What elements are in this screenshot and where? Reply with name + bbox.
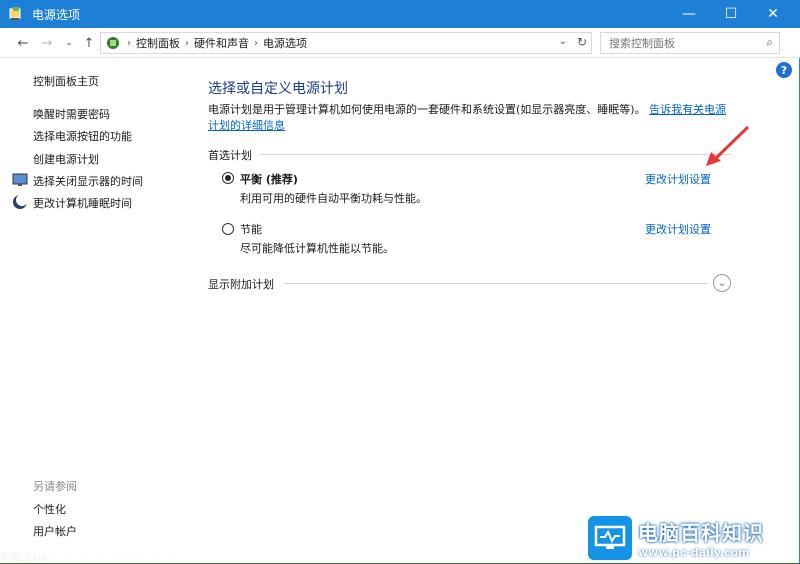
plan-power-saver-desc: 尽可能降低计算机性能以节能。 [240,242,394,255]
search-box[interactable]: ⌕ [600,32,780,54]
breadcrumb-separator-icon: › [254,37,258,49]
back-arrow-icon: ← [17,35,29,51]
maximize-button[interactable]: ☐ [712,0,750,28]
see-also-personalization[interactable]: 个性化 [33,501,66,517]
up-button[interactable]: ↑ [80,33,98,53]
site-watermark: 电脑百科知识 www.pc-daily.com [588,512,800,563]
sidebar-item-power-button[interactable]: 选择电源按钮的功能 [33,128,132,144]
forward-arrow-icon: → [41,35,53,51]
search-icon[interactable]: ⌕ [766,35,773,50]
address-dropdown-icon[interactable]: ⌄ [559,36,567,47]
sidebar-home-link[interactable]: 控制面板主页 [33,73,99,89]
sidebar-item-display-off[interactable]: 选择关闭显示器的时间 [33,173,143,189]
monitor-icon [12,173,28,186]
chevron-down-icon: ⌄ [65,38,73,48]
monitor-logo-icon [588,515,632,560]
breadcrumb-separator-icon: › [185,37,189,49]
control-panel-icon [107,37,119,49]
section-divider [283,283,707,284]
minimize-icon: — [682,6,696,22]
sidebar-item-sleep-time[interactable]: 更改计算机睡眠时间 [33,195,132,211]
close-button[interactable]: ✕ [754,0,792,28]
power-options-window: 电源选项 — ☐ ✕ ← → ⌄ ↑ › 控制面板 › 硬件和声音 › 电源选项… [0,0,800,564]
up-arrow-icon: ↑ [83,35,95,51]
see-also-title: 另请参阅 [33,480,77,493]
red-pointer-arrow-icon [706,125,750,166]
power-options-icon [9,7,21,20]
forward-button[interactable]: → [38,33,56,53]
close-icon: ✕ [767,6,779,22]
desktop-file-text: 护窗口.txt· · · · · · · · · · · · · · · · ·… [0,553,171,564]
show-additional-plans-title[interactable]: 显示附加计划 [208,276,274,292]
plan-power-saver-change-link[interactable]: 更改计划设置 [645,221,711,237]
address-bar[interactable]: › 控制面板 › 硬件和声音 › 电源选项 ⌄ ↻ [100,32,592,54]
plan-balanced-desc: 利用可用的硬件自动平衡功耗与性能。 [240,192,427,205]
breadcrumb-control-panel[interactable]: 控制面板 [136,35,180,51]
plan-balanced-radio[interactable] [222,172,234,184]
minimize-button[interactable]: — [670,0,708,28]
page-title: 选择或自定义电源计划 [208,81,348,97]
desktop-file-strip: 护窗口.txt· · · · · · · · · · · · · · · · ·… [0,549,520,564]
maximize-icon: ☐ [724,6,738,22]
section-divider [259,154,731,155]
sidebar-item-wake-password[interactable]: 唤醒时需要密码 [33,106,110,122]
plan-power-saver-radio[interactable] [222,223,234,235]
search-input[interactable] [609,36,759,50]
recent-locations-button[interactable]: ⌄ [60,33,78,53]
moon-icon [13,194,28,209]
title-bar: 电源选项 — ☐ ✕ [0,0,800,28]
expand-chevron-icon[interactable]: ⌄ [713,274,731,292]
address-toolbar: ← → ⌄ ↑ › 控制面板 › 硬件和声音 › 电源选项 ⌄ ↻ ⌕ [0,28,800,58]
refresh-icon[interactable]: ↻ [577,35,587,49]
breadcrumb-hardware-sound[interactable]: 硬件和声音 [194,35,249,51]
watermark-en: www.pc-daily.com [638,545,750,559]
breadcrumb-power-options[interactable]: 电源选项 [263,35,307,51]
preferred-plans-title: 首选计划 [208,149,252,162]
watermark-cn: 电脑百科知识 [638,520,764,545]
sidebar-item-create-plan[interactable]: 创建电源计划 [33,151,99,167]
page-description: 电源计划是用于管理计算机如何使用电源的一套硬件和系统设置(如显示器亮度、睡眠等)… [208,102,728,134]
description-text: 电源计划是用于管理计算机如何使用电源的一套硬件和系统设置(如显示器亮度、睡眠等)… [208,103,646,116]
plan-balanced-change-link[interactable]: 更改计划设置 [645,171,711,187]
breadcrumb-separator-icon: › [127,37,131,49]
plan-power-saver-name[interactable]: 节能 [240,221,262,237]
sidebar: 控制面板主页 唤醒时需要密码 选择电源按钮的功能 创建电源计划 选择关闭显示器的… [0,58,195,563]
plan-balanced-name[interactable]: 平衡 (推荐) [240,171,298,187]
back-button[interactable]: ← [14,33,32,53]
window-title: 电源选项 [32,8,81,22]
see-also-user-accounts[interactable]: 用户帐户 [33,523,77,539]
